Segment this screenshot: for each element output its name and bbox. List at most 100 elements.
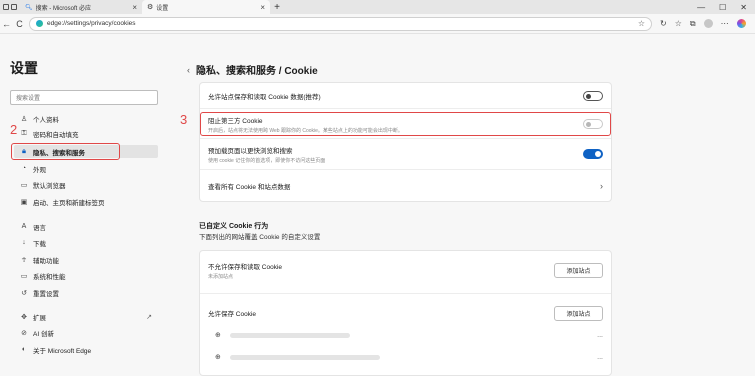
more-options-button[interactable]: ...	[597, 332, 603, 339]
palette-icon: ◔	[21, 165, 27, 172]
tab-title: 设置	[156, 5, 169, 12]
preload-pages-toggle[interactable]	[583, 149, 603, 159]
sidebar-item-label: 启动、主页和新建标签页	[33, 199, 105, 207]
site-name	[230, 332, 350, 338]
sidebar-item-label: 语言	[33, 224, 46, 232]
refresh-icon[interactable]: ↻	[660, 19, 667, 28]
globe-icon: ⊕	[215, 354, 221, 361]
favorite-star-icon[interactable]: ☆	[638, 19, 645, 28]
sidebar-item-profiles[interactable]: ♙ 个人资料	[14, 112, 158, 125]
settings-content: ‹ 隐私、搜索和服务 / Cookie 3 允许站点保存和读取 Cookie 数…	[171, 34, 755, 376]
more-options-icon[interactable]: ⋯	[721, 19, 729, 28]
sidebar-item-extensions[interactable]: ✥ 扩展 ↗	[14, 310, 158, 323]
sidebar-item-label: 系统和性能	[33, 273, 66, 281]
accessibility-icon: ☥	[21, 256, 27, 264]
see-all-cookies-link[interactable]: 查看所有 Cookie 和站点数据 ›	[200, 171, 611, 201]
close-window-button[interactable]: ✕	[740, 3, 747, 12]
navigation-bar: ← C edge://settings/privacy/cookies ☆ ↻ …	[0, 14, 755, 34]
highlight-box	[11, 143, 120, 160]
sidebar-item-languages[interactable]: A 语言	[14, 220, 158, 233]
add-site-button[interactable]: 添加站点	[554, 262, 603, 278]
allow-cookies-toggle[interactable]	[583, 90, 603, 101]
sidebar-item-label: 重置设置	[33, 290, 59, 298]
minimize-button[interactable]: —	[697, 3, 705, 12]
sidebar-item-label: 密码和自动填充	[33, 131, 79, 139]
tab-strip: 🔍︎ 搜索 - Microsoft 必应 × ⚙ 设置 × + — ☐ ✕	[0, 0, 755, 14]
maximize-button[interactable]: ☐	[719, 3, 726, 12]
sidebar-item-downloads[interactable]: ↓ 下载	[14, 236, 158, 249]
sidebar-item-label: 辅助功能	[33, 257, 59, 265]
sidebar-item-accessibility[interactable]: ☥ 辅助功能	[14, 253, 158, 266]
toolbar: ↻ ☆ ⧉ ⋯	[660, 19, 746, 29]
tab-settings[interactable]: ⚙ 设置 ×	[142, 0, 270, 14]
refresh-button[interactable]: C	[13, 19, 26, 29]
sidebar-item-default-browser[interactable]: ▭ 默认浏览器	[14, 178, 158, 191]
setting-description: 使用 cookie 记住你的首选项，即使你不访问这些页面	[208, 157, 326, 164]
step-annotation: 3	[180, 112, 188, 127]
sidebar-item-reset[interactable]: ↺ 重置设置	[14, 286, 158, 299]
favorites-icon[interactable]: ☆	[675, 19, 682, 28]
step-annotation: 2	[10, 122, 18, 137]
page-heading: 隐私、搜索和服务 / Cookie	[196, 66, 318, 77]
section-title: 已自定义 Cookie 行为	[199, 223, 269, 230]
add-site-button[interactable]: 添加站点	[554, 305, 603, 321]
tab-bing-search[interactable]: 🔍︎ 搜索 - Microsoft 必应 ×	[20, 0, 142, 14]
cookie-settings-card: 允许站点保存和读取 Cookie 数据(推荐) 阻止第三方 Cookie 开启后…	[199, 82, 612, 202]
language-icon: A	[21, 223, 27, 230]
sidebar-item-label: AI 创新	[33, 330, 54, 338]
key-icon: ⚿	[21, 129, 27, 137]
workspaces-icon	[3, 4, 9, 10]
sidebar-item-label: 下载	[33, 240, 46, 248]
page-title: 设置	[10, 60, 38, 76]
edge-logo-icon: ◐	[21, 346, 27, 353]
setting-label: 预加载页面以更快浏览和搜索	[208, 147, 293, 155]
custom-cookie-card: 不允许保存和读取 Cookie 未添加站点 添加站点 允许保存 Cookie 添…	[199, 250, 612, 376]
back-button[interactable]: ←	[0, 19, 13, 29]
sidebar-item-about[interactable]: ◐ 关于 Microsoft Edge	[14, 343, 158, 356]
workspaces-button[interactable]	[0, 0, 20, 14]
setting-description: 未添加站点	[208, 273, 234, 280]
avatar[interactable]	[703, 19, 713, 28]
new-tab-button[interactable]: +	[270, 0, 284, 14]
sidebar-item-ai-innovation[interactable]: ⊘ AI 创新	[14, 326, 158, 339]
person-icon: ♙	[20, 115, 28, 123]
chevron-right-icon: ›	[600, 181, 603, 191]
sidebar-item-label: 个人资料	[33, 116, 59, 124]
download-icon: ↓	[22, 239, 26, 246]
laptop-icon: ▭	[20, 272, 28, 280]
search-settings-input[interactable]: 搜索设置	[10, 90, 158, 105]
sidebar-item-label: 默认浏览器	[33, 182, 66, 190]
section-subtitle: 下面列出的网站覆盖 Cookie 的自定义设置	[199, 234, 321, 241]
collections-icon[interactable]: ⧉	[690, 19, 696, 29]
address-bar[interactable]: edge://settings/privacy/cookies ☆	[29, 16, 652, 31]
edge-logo-icon	[36, 20, 43, 27]
list-item: ⊕ ...	[200, 349, 611, 365]
breadcrumb: ‹ 隐私、搜索和服务 / Cookie	[187, 62, 318, 78]
list-item: ⊕ ...	[200, 327, 611, 343]
browser-icon: ▭	[20, 181, 28, 189]
close-tab-button[interactable]: ×	[132, 3, 137, 12]
sidebar-item-label: 外观	[33, 166, 46, 174]
tabs-icon: ▣	[20, 198, 28, 206]
block-cookies-row: 不允许保存和读取 Cookie 未添加站点 添加站点	[200, 255, 611, 285]
sidebar-item-passwords[interactable]: ⚿ 密码和自动填充	[14, 127, 158, 140]
globe-icon: ⊕	[215, 332, 221, 339]
copilot-icon[interactable]	[736, 19, 746, 28]
close-tab-button[interactable]: ×	[260, 3, 265, 12]
sidebar-item-startup[interactable]: ▣ 启动、主页和新建标签页	[14, 195, 158, 208]
setting-row: 允许站点保存和读取 Cookie 数据(推荐)	[200, 83, 611, 108]
sidebar-item-appearance[interactable]: ◔ 外观	[14, 162, 158, 175]
search-icon: 🔍︎	[25, 4, 33, 11]
sidebar-item-system[interactable]: ▭ 系统和性能	[14, 269, 158, 282]
more-options-button[interactable]: ...	[597, 354, 603, 361]
ai-icon: ⊘	[21, 329, 27, 337]
setting-label: 允许保存 Cookie	[208, 311, 257, 318]
address-url[interactable]: edge://settings/privacy/cookies	[47, 20, 634, 27]
setting-label: 查看所有 Cookie 和站点数据	[208, 184, 291, 191]
tab-actions-icon	[11, 4, 17, 10]
settings-sidebar: 设置 搜索设置 ♙ 个人资料 ⚿ 密码和自动填充 🔒︎ 隐私、搜索和服务 ◔ 外…	[0, 34, 170, 376]
sidebar-item-label: 关于 Microsoft Edge	[33, 347, 92, 355]
highlight-box	[200, 112, 611, 136]
sidebar-item-label: 扩展	[33, 314, 46, 322]
chevron-left-icon[interactable]: ‹	[187, 65, 190, 75]
